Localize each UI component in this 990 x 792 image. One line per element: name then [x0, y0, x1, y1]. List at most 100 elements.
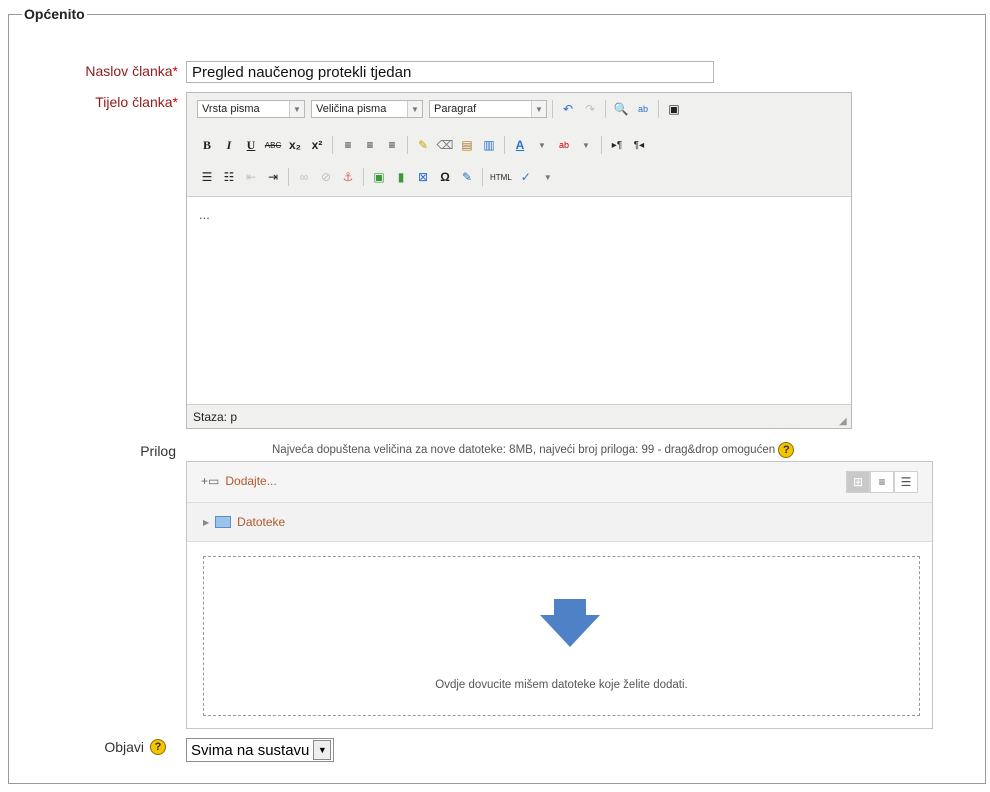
- toolbar-row-1: Vrsta pisma ▼ Veličina pisma ▼ Paragraf ▼ ↶…: [197, 97, 684, 121]
- separator: [605, 100, 606, 118]
- subscript-icon[interactable]: x₂: [285, 135, 305, 155]
- separator: [363, 168, 364, 186]
- bold-icon[interactable]: B: [197, 135, 217, 155]
- title-label-text: Naslov članka: [85, 63, 173, 79]
- chevron-down-icon: ▼: [407, 101, 422, 117]
- chevron-down-icon[interactable]: ▼: [576, 135, 596, 155]
- outdent-icon[interactable]: ⇤: [241, 167, 261, 187]
- paste-text-icon[interactable]: ▤: [457, 135, 477, 155]
- cleanup-icon[interactable]: ✎: [413, 135, 433, 155]
- drop-text: Ovdje dovucite mišem datoteke koje želit…: [435, 679, 688, 691]
- unlink-icon[interactable]: ⊘: [316, 167, 336, 187]
- file-picker-toolbar: +▭ Dodajte... ⊞ ≡ ☰: [187, 462, 932, 503]
- html-icon[interactable]: HTML: [488, 167, 514, 187]
- fullscreen-icon[interactable]: ▣: [664, 99, 684, 119]
- chevron-down-icon: ▼: [289, 101, 304, 117]
- publish-select[interactable]: Svima na sustavu ▼: [186, 738, 335, 762]
- undo-icon[interactable]: ↶: [558, 99, 578, 119]
- help-icon[interactable]: ?: [150, 739, 166, 755]
- tree-view-icon[interactable]: ☰: [894, 471, 918, 493]
- separator: [658, 100, 659, 118]
- toolbar-row-3: ☰ ☷ ⇤ ⇥ ∞ ⊘ ⚓ ▣ ▮ ⊠ Ω ✎ HTML ✓ ▼: [197, 165, 558, 189]
- numbered-list-icon[interactable]: ☷: [219, 167, 239, 187]
- required-mark: *: [172, 63, 178, 79]
- folder-icon: [215, 516, 232, 528]
- add-file-icon: +▭: [201, 474, 220, 488]
- folder-path-item[interactable]: ▶ Datoteke: [203, 515, 285, 529]
- spellcheck-icon[interactable]: ✓: [516, 167, 536, 187]
- toolbar-row-2: B I U ABC x₂ x² ≡ ≡ ≡ ✎ ⌫ ▤ ▥ A ▼ ab ▼ ▸…: [197, 133, 649, 157]
- font-family-select[interactable]: Vrsta pisma ▼: [197, 100, 305, 118]
- body-label: Tijelo članka*: [40, 94, 178, 110]
- font-size-select-value: Veličina pisma: [316, 103, 387, 115]
- bullet-list-icon[interactable]: ☰: [197, 167, 217, 187]
- drop-arrow-icon: [540, 599, 600, 647]
- superscript-icon[interactable]: x²: [307, 135, 327, 155]
- add-file-button[interactable]: +▭ Dodajte...: [201, 474, 277, 488]
- file-picker-path: ▶ Datoteke: [187, 503, 932, 542]
- icon-view-icon[interactable]: ⊞: [846, 471, 870, 493]
- attachment-info-text: Najveća dopuštena veličina za nove datot…: [272, 444, 776, 456]
- attachment-info: Najveća dopuštena veličina za nove datot…: [272, 442, 795, 458]
- separator: [601, 136, 602, 154]
- font-family-select-value: Vrsta pisma: [202, 103, 260, 115]
- highlight-color-icon[interactable]: ab: [554, 135, 574, 155]
- media-icon[interactable]: ▮: [391, 167, 411, 187]
- resize-grip-icon[interactable]: ◢: [839, 416, 849, 427]
- image-icon[interactable]: ▣: [369, 167, 389, 187]
- editor-toolbar: Vrsta pisma ▼ Veličina pisma ▼ Paragraf ▼ ↶…: [187, 93, 851, 197]
- separator: [504, 136, 505, 154]
- add-file-label: Dodajte...: [225, 474, 277, 488]
- eraser-icon[interactable]: ⌫: [435, 135, 455, 155]
- chevron-down-icon: ▼: [313, 740, 332, 760]
- status-path: Staza: p: [193, 410, 238, 424]
- align-center-icon[interactable]: ≡: [360, 135, 380, 155]
- chevron-down-icon[interactable]: ▼: [538, 167, 558, 187]
- underline-icon[interactable]: U: [241, 135, 261, 155]
- font-size-select[interactable]: Veličina pisma ▼: [311, 100, 423, 118]
- separator: [552, 100, 553, 118]
- html-label: HTML: [490, 172, 512, 182]
- align-right-icon[interactable]: ≡: [382, 135, 402, 155]
- text-color-icon[interactable]: A: [510, 135, 530, 155]
- separator: [332, 136, 333, 154]
- format-select[interactable]: Paragraf ▼: [429, 100, 547, 118]
- editor-content-area[interactable]: ...: [187, 197, 851, 402]
- title-label: Naslov članka*: [40, 63, 178, 79]
- anchor-icon[interactable]: ⚓: [338, 167, 358, 187]
- title-input[interactable]: [186, 61, 714, 83]
- file-picker: +▭ Dodajte... ⊞ ≡ ☰ ▶ Datoteke Ovdje dov…: [186, 461, 933, 729]
- list-view-icon[interactable]: ≡: [870, 471, 894, 493]
- find-icon[interactable]: 🔍: [611, 99, 631, 119]
- link-icon[interactable]: ∞: [294, 167, 314, 187]
- drop-zone[interactable]: Ovdje dovucite mišem datoteke koje želit…: [203, 556, 920, 716]
- publish-select-value: Svima na sustavu: [191, 741, 310, 759]
- editor-statusbar: Staza: p ◢: [187, 404, 851, 428]
- body-label-text: Tijelo članka: [95, 94, 173, 110]
- align-left-icon[interactable]: ≡: [338, 135, 358, 155]
- separator: [407, 136, 408, 154]
- paste-word-icon[interactable]: ▥: [479, 135, 499, 155]
- view-switcher: ⊞ ≡ ☰: [846, 471, 918, 493]
- publish-label-text: Objavi: [104, 739, 144, 755]
- table-icon[interactable]: ✎: [457, 167, 477, 187]
- help-icon[interactable]: ?: [778, 442, 795, 458]
- rtl-icon[interactable]: ¶◂: [629, 135, 649, 155]
- separator: [288, 168, 289, 186]
- redo-icon[interactable]: ↷: [580, 99, 600, 119]
- folder-label: Datoteke: [237, 515, 286, 529]
- strikethrough-icon[interactable]: ABC: [263, 135, 283, 155]
- chevron-down-icon: ▼: [531, 101, 546, 117]
- editor-content-text: ...: [199, 207, 210, 222]
- italic-icon[interactable]: I: [219, 135, 239, 155]
- chevron-down-icon[interactable]: ▼: [532, 135, 552, 155]
- ltr-icon[interactable]: ▸¶: [607, 135, 627, 155]
- replace-icon[interactable]: ab: [633, 99, 653, 119]
- section-legend: Općenito: [22, 6, 87, 22]
- indent-icon[interactable]: ⇥: [263, 167, 283, 187]
- rich-text-editor: Vrsta pisma ▼ Veličina pisma ▼ Paragraf ▼ ↶…: [186, 92, 852, 429]
- special-char-icon[interactable]: Ω: [435, 167, 455, 187]
- expand-arrow-icon: ▶: [203, 517, 210, 527]
- equation-icon[interactable]: ⊠: [413, 167, 433, 187]
- separator: [482, 168, 483, 186]
